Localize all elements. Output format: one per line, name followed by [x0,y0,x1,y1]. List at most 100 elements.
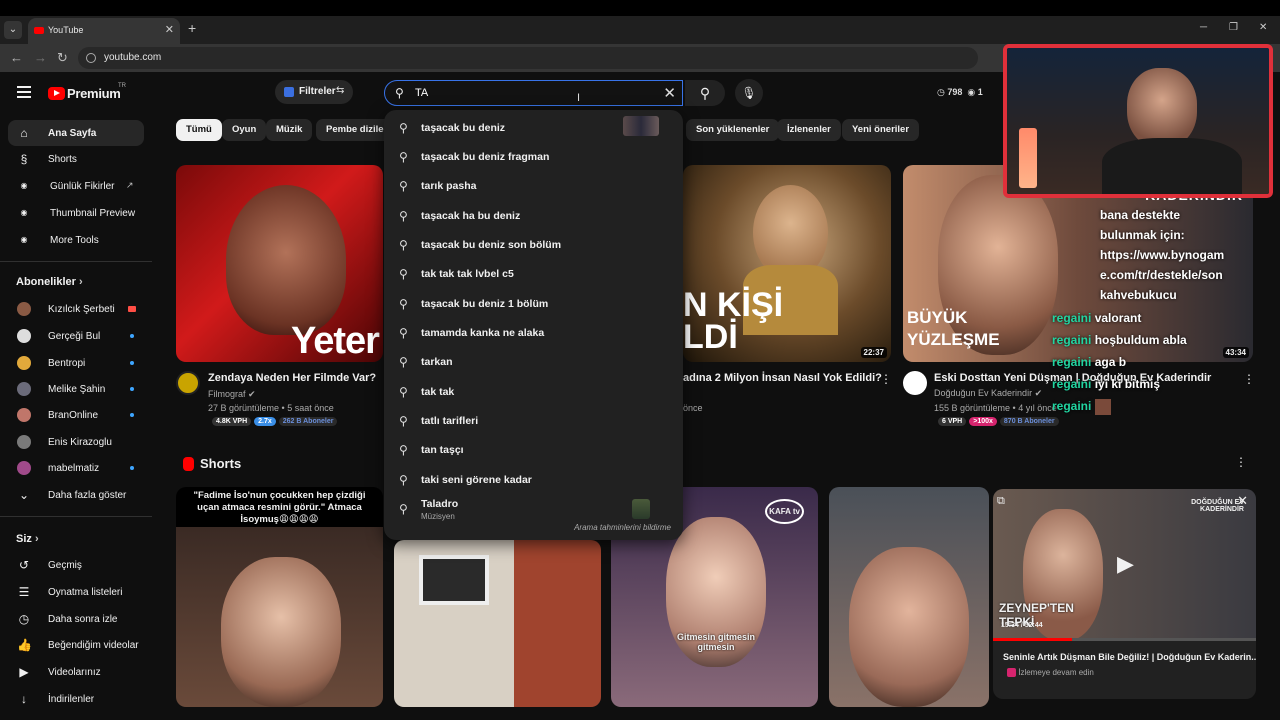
search-suggestion[interactable]: ⚲ tatlı tarifleri [384,407,683,435]
sidebar-item-downloads[interactable]: ↓ İndirilenler [8,686,144,712]
search-suggestion[interactable]: ⚲ tarık pasha [384,172,683,200]
suggestion-text: taşacak ha bu deniz [421,210,521,222]
lamp-image [1019,128,1037,188]
back-icon[interactable]: ← [10,50,23,65]
channel-name[interactable]: Filmograf ✔ [208,389,256,400]
you-heading[interactable]: Siz › [16,533,39,545]
clear-search-icon[interactable]: ✕ [663,84,676,102]
site-info-icon[interactable] [86,53,96,63]
chip-new-to-you[interactable]: Yeni öneriler [842,119,920,141]
chip-watched[interactable]: İzlenenler [777,119,841,141]
short-card[interactable] [829,487,989,707]
expand-icon[interactable]: ⧉ [997,495,1005,508]
sidebar-item-playlists[interactable]: ☰ Oynatma listeleri [8,579,144,605]
sidebar-item-more-tools[interactable]: ◉ More Tools [8,227,144,253]
sidebar-item-subscription[interactable]: Enis Kirazoglu [8,429,144,455]
menu-icon[interactable] [17,86,31,98]
sidebar-item-subscription[interactable]: Bentropi [8,350,144,376]
sidebar-item-subscription[interactable]: BranOnline [8,402,144,428]
search-suggestion[interactable]: ⚲ tamamda kanka ne alaka [384,319,683,347]
miniplayer[interactable]: DOĞDUĞUN EV KADERİNDİR ZEYNEP'TEN TEPKİ … [993,489,1256,699]
person-image [221,557,341,707]
shorts-more-icon[interactable]: ⋮ [1235,455,1247,469]
chat-messages: regaini valorant regaini hoşbuldum abla … [1052,307,1187,417]
progress-track[interactable] [993,638,1256,641]
tab-search-button[interactable]: ⌄ [4,21,22,39]
you-title: Siz [16,533,32,545]
search-suggestion[interactable]: ⚲ tak tak [384,378,683,406]
search-suggestion[interactable]: ⚲ taki seni görene kadar [384,466,683,494]
sidebar-item-history[interactable]: ↺ Geçmiş [8,552,144,578]
youtube-favicon-icon [34,27,44,34]
filters-button[interactable]: Filtreler ⇆ [275,80,353,104]
sidebar-item-your-videos[interactable]: ▶ Videolarınız [8,659,144,685]
sidebar-item-home[interactable]: ⌂ Ana Sayfa [8,120,144,146]
logo-text: Premium [67,86,121,102]
miniplayer-title[interactable]: Seninle Artık Düşman Bile Değiliz! | Doğ… [1003,652,1256,662]
suggestion-text: Taladro [421,498,459,510]
more-actions-icon[interactable]: ⋮ [1243,372,1255,386]
channel-avatar[interactable] [176,371,200,395]
chip-gaming[interactable]: Oyun [222,119,267,141]
video-title[interactable]: adına 2 Milyon İnsan Nasıl Yok Edildi? [683,372,882,384]
close-icon[interactable]: ✕ [1237,493,1248,509]
search-icon: ⚲ [399,326,408,340]
youtube-premium-logo[interactable]: Premium TR [48,83,126,103]
chat-info-line: kahvebukucu [1100,288,1177,302]
close-tab-icon[interactable]: ✕ [165,23,174,36]
suggestion-text: taşacak bu deniz 1 bölüm [421,298,549,310]
sidebar-item-gunluk-fikirler[interactable]: ◉ Günlük Fikirler ↗ [8,173,144,199]
chat-message: iyi ki bitmiş [1094,377,1161,391]
search-suggestion[interactable]: ⚲ Taladro Müzisyen [384,492,683,526]
sidebar-item-subscription[interactable]: Melike Şahin [8,376,144,402]
search-suggestion[interactable]: ⚲ taşacak ha bu deniz [384,202,683,230]
report-predictions-link[interactable]: Arama tahminlerini bildirme [574,523,671,532]
url-bar[interactable]: youtube.com [78,47,978,69]
chevron-right-icon: › [34,533,39,545]
sidebar-item-watch-later[interactable]: ◷ Daha sonra izle [8,606,144,632]
sidebar-item-subscription[interactable]: Kızılcık Şerbeti [8,296,144,322]
sidebar-item-thumbnail-preview[interactable]: ◉ Thumbnail Preview [8,200,144,226]
video-thumbnail[interactable]: Yeter [176,165,383,362]
search-suggestion[interactable]: ⚲ tak tak tak lvbel c5 [384,260,683,288]
chip-recently-uploaded[interactable]: Son yüklenenler [686,119,780,141]
chip-all[interactable]: Tümü [176,119,222,141]
reload-icon[interactable]: ↻ [57,50,68,66]
video-thumbnail[interactable]: N KİŞİ LDİ 22:37 [683,165,891,362]
search-suggestion[interactable]: ⚲ tan taşçı [384,436,683,464]
sidebar-item-shorts[interactable]: § Shorts [8,146,144,172]
play-icon[interactable]: ▶ [1117,551,1134,577]
channel-name[interactable]: Doğduğun Ev Kaderindir ✔ [934,388,1042,399]
emote-icon [1094,398,1111,415]
sidebar-item-label: Daha fazla göster [48,490,127,501]
search-suggestion[interactable]: ⚲ taşacak bu deniz son bölüm [384,231,683,259]
short-card[interactable]: "Fadime İso'nun çocukken hep çizdiği uça… [176,487,383,707]
browser-tab[interactable]: YouTube ✕ [28,18,180,44]
search-suggestion[interactable]: ⚲ tarkan [384,348,683,376]
new-tab-button[interactable]: + [188,20,196,36]
duration-badge: 43:34 [1222,347,1249,358]
more-actions-icon[interactable]: ⋮ [880,372,892,386]
voice-search-button[interactable]: 🎙 [735,79,763,107]
chip-music[interactable]: Müzik [266,119,313,141]
search-suggestion[interactable]: ⚲ taşacak bu deniz fragman [384,143,683,171]
channel-avatar[interactable] [903,371,927,395]
short-card[interactable] [394,540,601,707]
close-window-button[interactable]: ✕ [1259,22,1267,33]
video-title[interactable]: Zendaya Neden Her Filmde Var? [208,372,376,384]
subscriptions-heading[interactable]: Abonelikler › [16,276,83,288]
search-suggestion[interactable]: ⚲ taşacak bu deniz 1 bölüm [384,290,683,318]
sidebar-item-liked-videos[interactable]: 👍 Beğendiğim videolar [8,632,144,658]
sidebar-item-subscription[interactable]: mabelmatiz [8,455,144,481]
sidebar-item-subscription[interactable]: Gerçeği Bul [8,323,144,349]
search-button[interactable]: ⚲ [685,80,725,106]
show-more-button[interactable]: ⌄ Daha fazla göster [8,482,144,508]
search-suggestion[interactable]: ⚲ taşacak bu deniz [384,114,683,142]
sidebar-item-label: Shorts [48,154,77,165]
sidebar-item-label: Thumbnail Preview [50,208,136,219]
restore-button[interactable]: ❐ [1229,22,1238,33]
miniplayer-video[interactable]: DOĞDUĞUN EV KADERİNDİR ZEYNEP'TEN TEPKİ … [993,489,1256,641]
minimize-button[interactable]: ─ [1200,22,1207,33]
search-input[interactable] [415,85,645,101]
forward-icon[interactable]: → [34,50,47,65]
